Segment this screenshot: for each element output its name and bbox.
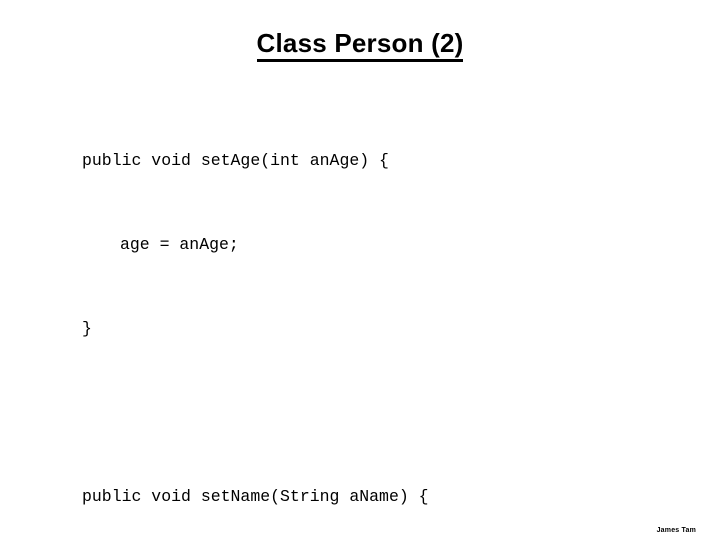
title-block: Class Person (2) — [0, 28, 720, 62]
code-line: public void setName(String aName) { — [82, 487, 429, 506]
code-line: } — [82, 319, 92, 338]
code-block: public void setAge(int anAge) { age = an… — [44, 91, 684, 540]
footer-attribution: James Tam — [656, 527, 696, 534]
page-title: Class Person (2) — [256, 28, 464, 62]
code-line: public void setAge(int anAge) { — [82, 151, 389, 170]
code-line: age = anAge; — [120, 235, 239, 254]
slide-canvas: Class Person (2) public void setAge(int … — [0, 0, 720, 540]
